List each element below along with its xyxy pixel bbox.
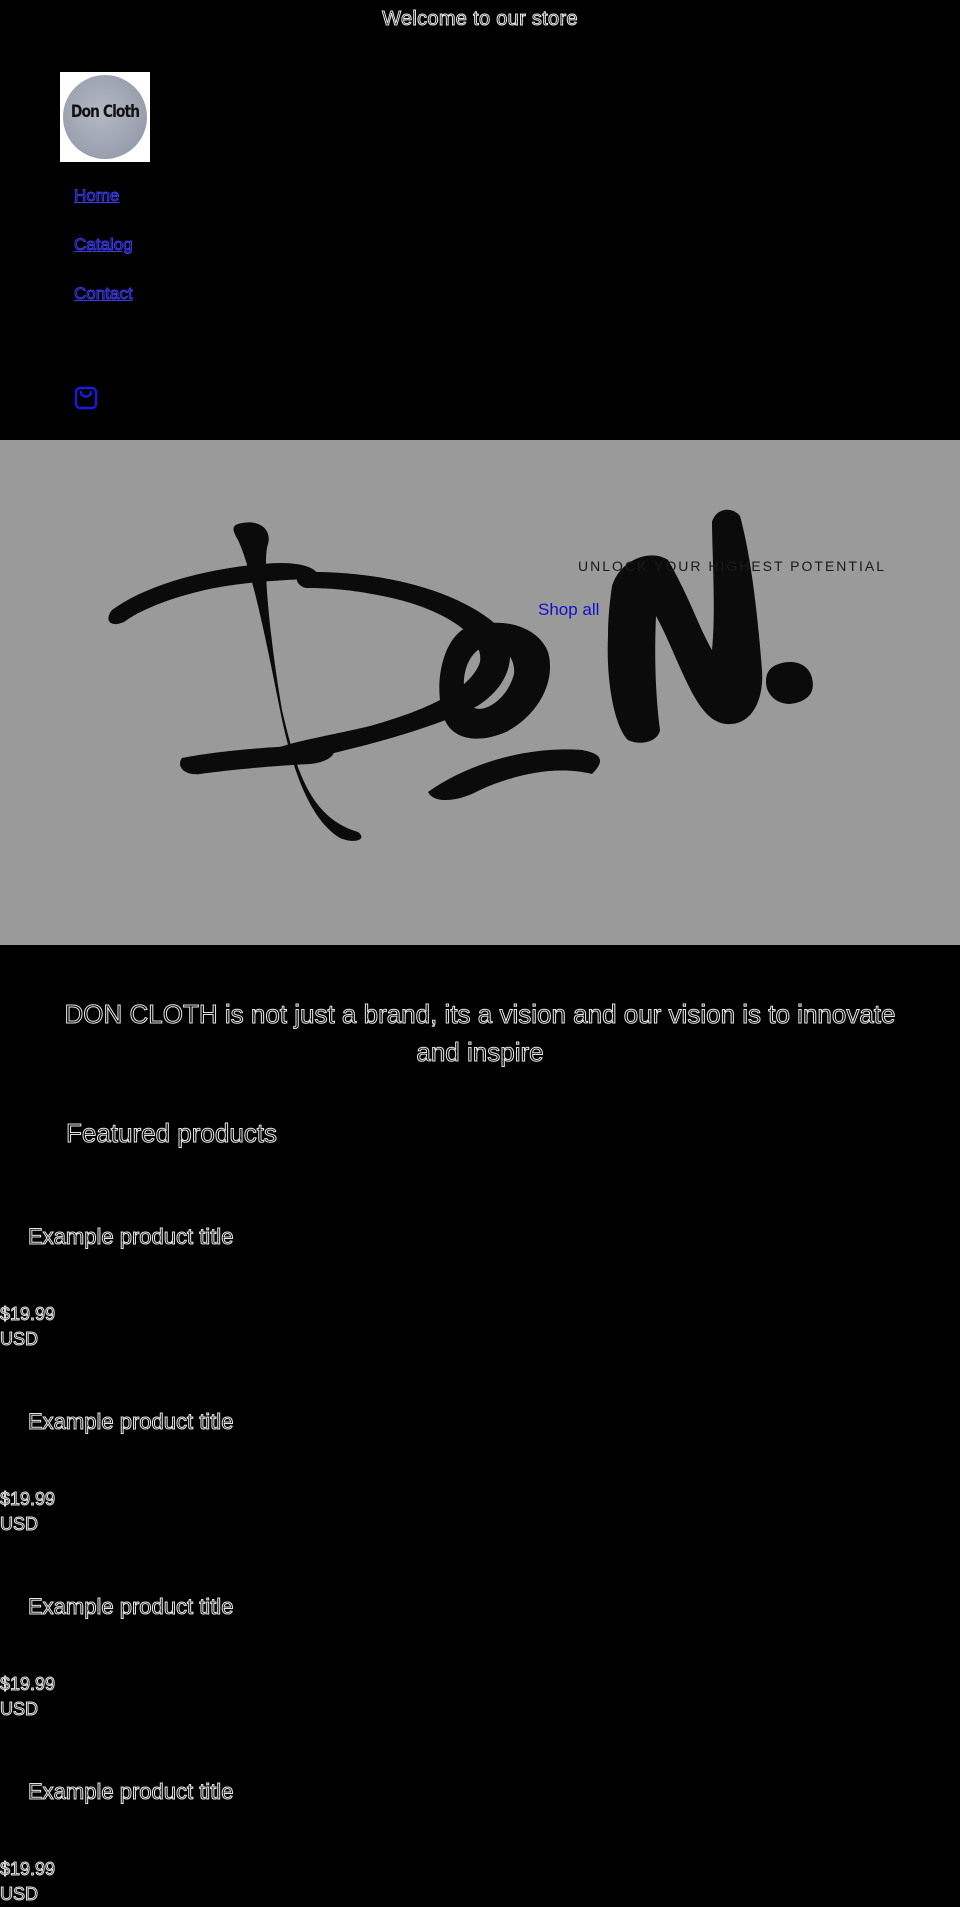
price-amount: $19.99 [0, 1489, 56, 1510]
product-title[interactable]: Example product title [27, 1224, 233, 1250]
don-brush-logo-artwork [108, 509, 813, 841]
cart-button[interactable] [74, 384, 98, 410]
product-price: $19.99 USD [0, 1857, 56, 1907]
hero-subheading: UNLOCK YOUR HIGHEST POTENTIAL [578, 558, 886, 574]
price-currency: USD [0, 1884, 39, 1905]
price-amount: $19.99 [0, 1674, 56, 1695]
announcement-bar: Welcome to our store [382, 8, 578, 31]
product-title[interactable]: Example product title [27, 1409, 233, 1435]
price-currency: USD [0, 1699, 39, 1720]
nav-catalog-link[interactable]: Catalog [74, 235, 134, 255]
store-logo[interactable]: Don Cloth [60, 72, 150, 162]
price-currency: USD [0, 1329, 39, 1350]
nav-contact-link[interactable]: Contact [74, 284, 134, 304]
nav-home-link[interactable]: Home [73, 186, 119, 206]
product-title[interactable]: Example product title [27, 1779, 233, 1805]
logo-text: Don Cloth [70, 102, 140, 122]
brand-tagline: DON CLOTH is not just a brand, its a vis… [64, 999, 896, 1068]
product-price: $19.99 USD [0, 1672, 56, 1722]
product-price: $19.99 USD [0, 1302, 56, 1352]
price-amount: $19.99 [0, 1304, 56, 1325]
product-price: $19.99 USD [0, 1487, 56, 1537]
shop-all-button[interactable]: Shop all [538, 600, 599, 620]
featured-products-heading: Featured products [65, 1118, 278, 1149]
price-amount: $19.99 [0, 1859, 56, 1880]
product-title[interactable]: Example product title [27, 1594, 233, 1620]
price-currency: USD [0, 1514, 39, 1535]
shopping-bag-icon [74, 386, 98, 410]
hero-banner: UNLOCK YOUR HIGHEST POTENTIAL Shop all [0, 440, 960, 945]
